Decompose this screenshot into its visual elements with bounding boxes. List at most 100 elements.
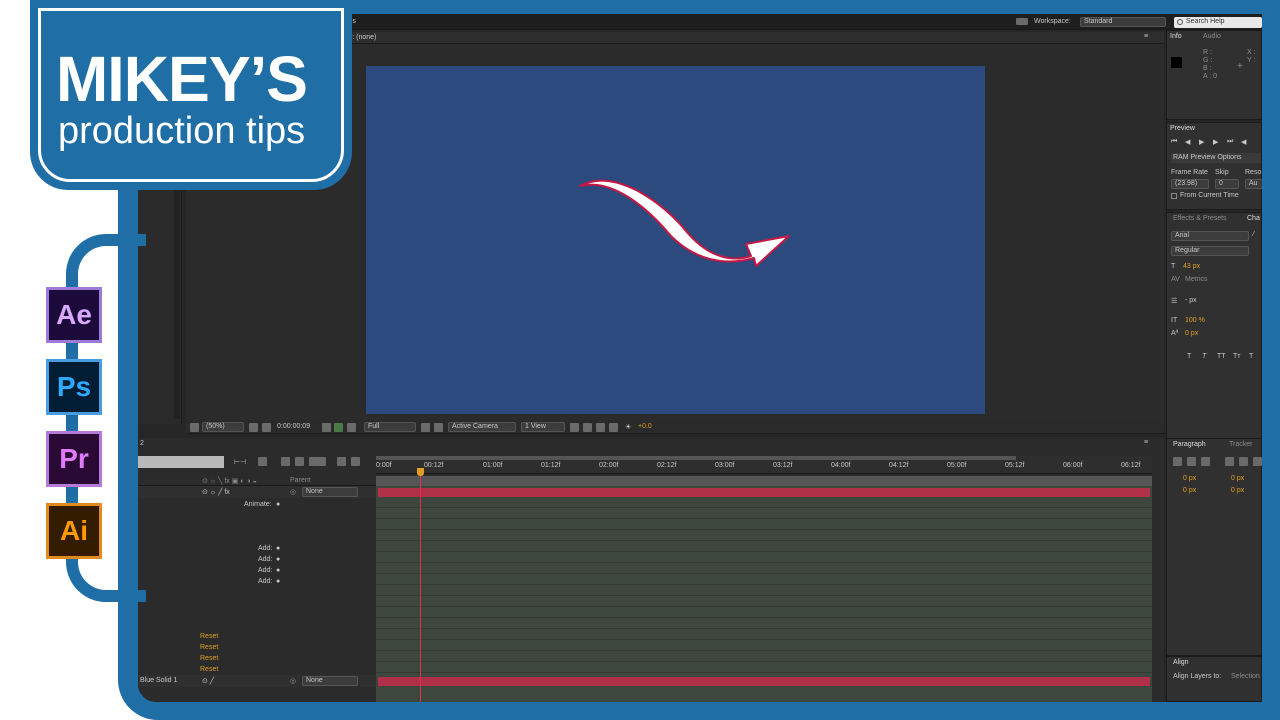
timeline-menu-icon[interactable]: ≡ [1144, 439, 1148, 446]
add-icon[interactable]: ● [276, 578, 280, 585]
exposure-value[interactable]: +0.0 [638, 423, 652, 430]
all-caps-icon[interactable]: TT [1217, 353, 1226, 360]
justify-left-icon[interactable] [1225, 457, 1234, 466]
eyedropper-icon[interactable]: ⁄ [1253, 231, 1254, 238]
from-current-checkbox[interactable] [1171, 193, 1177, 199]
resolution-dropdown[interactable]: Full [364, 422, 416, 432]
playhead-line[interactable] [420, 474, 421, 702]
toggle-pixel-aspect-icon[interactable] [570, 423, 579, 432]
font-family-dropdown[interactable]: Arial [1171, 231, 1249, 241]
skip-dropdown[interactable]: 0 [1215, 179, 1239, 189]
always-preview-icon[interactable] [190, 423, 199, 432]
render-icon[interactable] [596, 423, 605, 432]
arrow-shape-layer[interactable] [366, 66, 985, 414]
panel-menu-icon[interactable]: ≡ [1144, 33, 1148, 40]
app-icon-pr[interactable]: Pr [46, 431, 102, 487]
composition-canvas[interactable] [366, 66, 985, 414]
time-ruler[interactable]: 0:00f 00:12f 01:00f 01:12f 02:00f 02:12f… [376, 456, 1152, 474]
pickwhip-icon[interactable]: ◎ [290, 488, 296, 496]
reset-link[interactable]: Reset [200, 655, 218, 662]
frame-rate-dropdown[interactable]: (23.98) [1171, 179, 1209, 189]
space-before-value[interactable]: 0 px [1183, 487, 1196, 494]
workspace-dropdown[interactable]: Standard [1080, 17, 1166, 27]
tab-align[interactable]: Align [1173, 659, 1189, 666]
first-frame-icon[interactable]: ⏮ [1171, 138, 1177, 146]
vertical-scale-value[interactable]: 100 % [1185, 317, 1205, 324]
align-center-icon[interactable] [1187, 457, 1196, 466]
flowchart-icon[interactable] [609, 423, 618, 432]
align-left-icon[interactable] [1173, 457, 1182, 466]
tab-tracker[interactable]: Tracker [1229, 441, 1252, 448]
parent-dropdown[interactable]: None [302, 487, 358, 497]
space-after-value[interactable]: 0 px [1231, 487, 1244, 494]
reset-link[interactable]: Reset [200, 666, 218, 673]
pickwhip-icon[interactable]: ◎ [290, 677, 296, 685]
work-area-bar[interactable] [376, 456, 1016, 460]
region-of-interest-icon[interactable] [262, 423, 271, 432]
exposure-icon[interactable]: ☀ [625, 423, 631, 431]
resolution-preview-dropdown[interactable]: Au [1245, 179, 1262, 189]
layer-switches[interactable]: ⊙ ╱ [202, 677, 214, 685]
layer-name[interactable]: Blue Solid 1 [140, 677, 177, 684]
show-channel-icon[interactable] [334, 423, 343, 432]
tab-info[interactable]: Info [1170, 33, 1182, 40]
transparency-grid-icon[interactable] [434, 423, 443, 432]
track-area[interactable] [376, 476, 1152, 702]
tab-effects-presets[interactable]: Effects & Presets [1173, 215, 1227, 222]
faux-bold-icon[interactable]: T [1187, 353, 1191, 360]
faux-italic-icon[interactable]: T [1202, 353, 1206, 360]
layer-row[interactable]: ⊙ ☼ ╱ fx ◎ None [138, 486, 376, 498]
tab-paragraph[interactable]: Paragraph [1173, 441, 1206, 448]
current-time-display[interactable]: 0:00:00:09 [277, 423, 310, 430]
app-icon-ps[interactable]: Ps [46, 359, 102, 415]
snapshot-icon[interactable] [322, 423, 331, 432]
reset-link[interactable]: Reset [200, 633, 218, 640]
tab-character[interactable]: Cha [1247, 215, 1260, 222]
app-icon-ai[interactable]: Ai [46, 503, 102, 559]
layer-row[interactable]: Blue Solid 1 ⊙ ╱ ◎ None [138, 675, 376, 687]
next-frame-icon[interactable]: ▶ [1213, 138, 1218, 146]
graph-editor-icon[interactable] [351, 457, 360, 466]
view-layout-dropdown[interactable]: 1 View [521, 422, 565, 432]
tab-audio[interactable]: Audio [1203, 33, 1221, 40]
parent-dropdown[interactable]: None [302, 676, 358, 686]
stroke-width[interactable]: - px [1185, 297, 1197, 304]
play-icon[interactable]: ▶ [1199, 138, 1204, 146]
camera-dropdown[interactable]: Active Camera [448, 422, 516, 432]
add-icon[interactable]: ● [276, 567, 280, 574]
baseline-shift-value[interactable]: 0 px [1185, 330, 1198, 337]
layer-switches[interactable]: ⊙ ☼ ╱ fx [202, 488, 230, 496]
timeline-search-input[interactable] [138, 456, 224, 468]
previous-frame-icon[interactable]: ◀ [1185, 138, 1190, 146]
add-icon[interactable]: ● [276, 545, 280, 552]
ram-preview-options[interactable]: RAM Preview Options [1171, 153, 1261, 163]
font-size-value[interactable]: 43 px [1183, 263, 1200, 270]
align-layers-value[interactable]: Selection [1231, 673, 1260, 680]
magnification-dropdown[interactable]: (50%) [202, 422, 244, 432]
small-caps-icon[interactable]: Tт [1233, 353, 1240, 360]
add-icon[interactable]: ● [276, 556, 280, 563]
current-time-indicator[interactable] [417, 468, 424, 476]
app-icon-ae[interactable]: Ae [46, 287, 102, 343]
draft-3d-icon[interactable] [258, 457, 267, 466]
brainstorm-icon[interactable] [317, 457, 326, 466]
hide-shy-icon[interactable] [281, 457, 290, 466]
tab-preview[interactable]: Preview [1170, 125, 1195, 132]
layer-duration-bar[interactable] [378, 488, 1150, 497]
safe-margins-icon[interactable] [249, 423, 258, 432]
auto-keyframe-icon[interactable] [337, 457, 346, 466]
animate-add-icon[interactable]: ● [276, 501, 280, 508]
last-frame-icon[interactable]: ⏭ [1227, 138, 1233, 146]
superscript-icon[interactable]: T [1249, 353, 1253, 360]
kerning-value[interactable]: Metrics [1185, 276, 1208, 283]
layer-duration-bar[interactable] [378, 677, 1150, 686]
reset-link[interactable]: Reset [200, 644, 218, 651]
indent-right-value[interactable]: 0 px [1231, 475, 1244, 482]
indent-left-value[interactable]: 0 px [1183, 475, 1196, 482]
font-style-dropdown[interactable]: Regular [1171, 246, 1249, 256]
justify-center-icon[interactable] [1239, 457, 1248, 466]
audio-icon[interactable]: ◀ [1241, 138, 1246, 146]
composition-mini-flowchart-icon[interactable]: ⊢⊣ [234, 458, 246, 466]
frame-blending-icon[interactable] [295, 457, 304, 466]
channel-icon[interactable] [347, 423, 356, 432]
